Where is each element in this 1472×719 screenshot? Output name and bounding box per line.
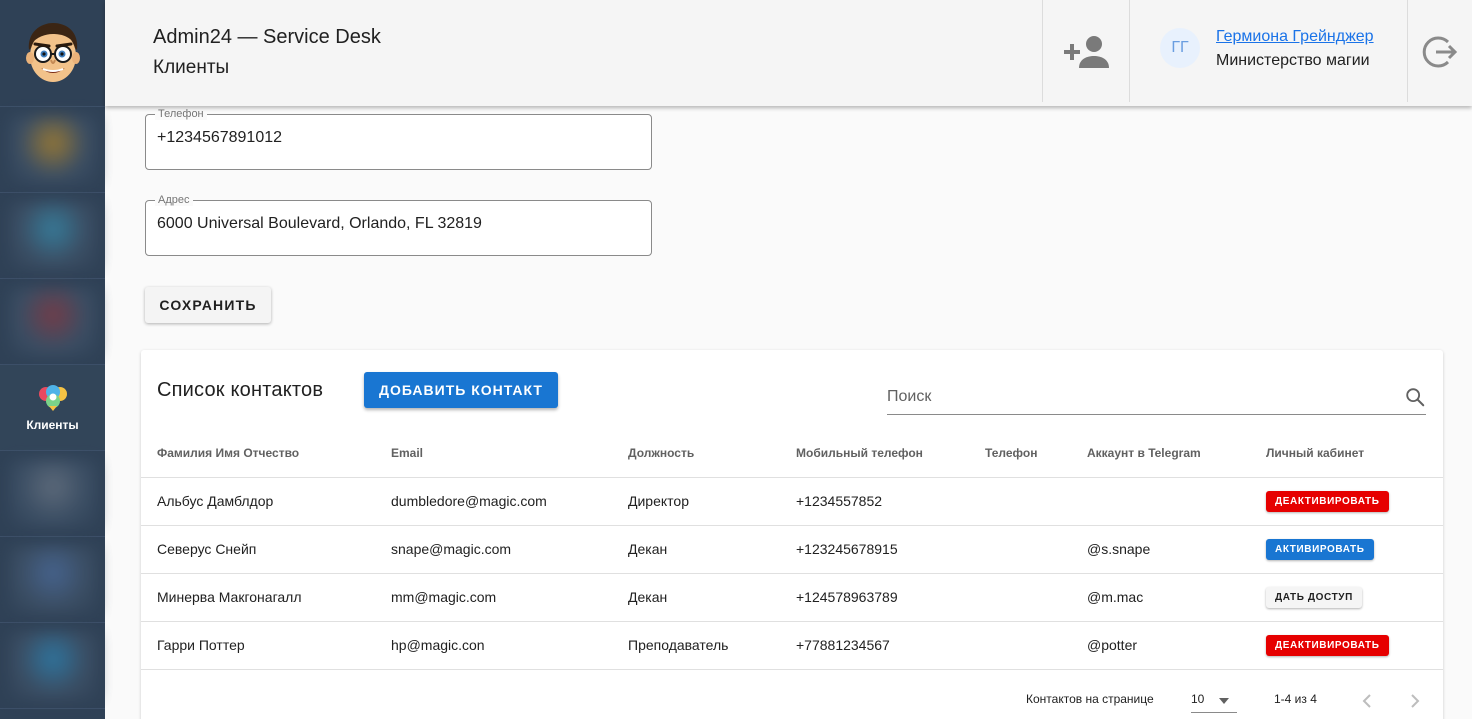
- logout-icon: [1422, 36, 1458, 68]
- contact-name: Северус Снейп: [141, 525, 375, 574]
- contact-cabinet-cell: ДЕАКТИВИРОВАТЬ: [1250, 477, 1443, 526]
- chevron-right-icon: [1411, 694, 1420, 708]
- blurred-icon: [7, 114, 98, 185]
- sidebar-item-clients[interactable]: Клиенты: [0, 365, 105, 451]
- rows-per-page-label: Контактов на странице: [1026, 692, 1154, 706]
- column-header[interactable]: Телефон: [969, 430, 1071, 478]
- column-header[interactable]: Email: [375, 430, 612, 478]
- pagination-range: 1-4 из 4: [1274, 692, 1317, 706]
- contact-phone: [969, 477, 1071, 526]
- table-row[interactable]: Гарри Поттер hp@magic.con Преподаватель …: [141, 621, 1443, 670]
- contact-mobile: +77881234567: [780, 621, 969, 670]
- table-row[interactable]: Минерва Макгонагалл mm@magic.com Декан +…: [141, 573, 1443, 622]
- column-header[interactable]: Личный кабинет: [1250, 430, 1443, 478]
- contact-cabinet-cell: АКТИВИРОВАТЬ: [1250, 525, 1443, 574]
- search-icon[interactable]: [1404, 386, 1426, 408]
- deactivate-button[interactable]: ДЕАКТИВИРОВАТЬ: [1266, 634, 1389, 656]
- chevron-left-icon: [1362, 694, 1371, 708]
- sidebar-item-hidden-4[interactable]: [0, 451, 105, 537]
- phone-field-label: Телефон: [155, 108, 207, 120]
- clients-icon: [38, 384, 67, 411]
- add-contact-button[interactable]: ДОБАВИТЬ КОНТАКТ: [364, 372, 558, 408]
- contact-email: snape@magic.com: [375, 525, 612, 574]
- prev-page-button[interactable]: [1352, 686, 1382, 716]
- column-header[interactable]: Аккаунт в Telegram: [1071, 430, 1250, 478]
- contact-name: Альбус Дамблдор: [141, 477, 375, 526]
- contact-telegram: @s.snape: [1071, 525, 1250, 574]
- avatar[interactable]: ГГ: [1160, 28, 1200, 68]
- contact-name: Гарри Поттер: [141, 621, 375, 670]
- contact-position: Директор: [612, 477, 780, 526]
- grant-access-button[interactable]: ДАТЬ ДОСТУП: [1266, 586, 1362, 608]
- contact-name: Минерва Макгонагалл: [141, 573, 375, 622]
- contact-email: hp@magic.con: [375, 621, 612, 670]
- sidebar-item-hidden-1[interactable]: [0, 107, 105, 193]
- contact-position: Декан: [612, 573, 780, 622]
- blurred-icon: [7, 458, 98, 529]
- app-title: Admin24 — Service Desk: [153, 26, 381, 48]
- sidebar-item-hidden-3[interactable]: [0, 279, 105, 365]
- sidebar-item-label: Клиенты: [26, 417, 79, 432]
- contact-position: Декан: [612, 525, 780, 574]
- search-box[interactable]: [887, 381, 1426, 415]
- contact-telegram: @potter: [1071, 621, 1250, 670]
- blurred-icon: [7, 286, 98, 357]
- blurred-icon: [7, 200, 98, 271]
- header-divider: [1129, 0, 1130, 102]
- top-header: Admin24 — Service Desk Клиенты ГГ Гермио…: [105, 0, 1472, 106]
- deactivate-button[interactable]: ДЕАКТИВИРОВАТЬ: [1266, 490, 1389, 512]
- next-page-button[interactable]: [1400, 686, 1430, 716]
- avatar-face-logo-icon: [25, 23, 80, 82]
- contact-telegram: @m.mac: [1071, 573, 1250, 622]
- sidebar-item-hidden-5[interactable]: [0, 537, 105, 623]
- blurred-icon: [7, 544, 98, 615]
- address-field-label: Адрес: [155, 194, 193, 206]
- contact-email: mm@magic.com: [375, 573, 612, 622]
- contact-phone: [969, 525, 1071, 574]
- contacts-table: Фамилия Имя Отчество Email Должность Моб…: [141, 430, 1443, 670]
- contacts-card: Список контактов ДОБАВИТЬ КОНТАКТ Фамили…: [141, 350, 1443, 719]
- save-button[interactable]: СОХРАНИТЬ: [145, 287, 271, 323]
- column-header[interactable]: Фамилия Имя Отчество: [141, 430, 375, 478]
- contact-phone: [969, 621, 1071, 670]
- table-row[interactable]: Северус Снейп snape@magic.com Декан +123…: [141, 525, 1443, 574]
- contact-email: dumbledore@magic.com: [375, 477, 612, 526]
- sidebar-item-hidden-2[interactable]: [0, 193, 105, 279]
- contact-mobile: +123245678915: [780, 525, 969, 574]
- dropdown-arrow-icon: [1219, 698, 1229, 704]
- search-input[interactable]: [887, 388, 1387, 406]
- blurred-icon: [7, 630, 98, 701]
- contact-cabinet-cell: ДЕАКТИВИРОВАТЬ: [1250, 621, 1443, 670]
- add-user-button[interactable]: [1042, 0, 1130, 104]
- phone-input[interactable]: [157, 129, 637, 147]
- user-info: ГГ Гермиона Грейнджер Министерство магии: [1160, 28, 1374, 70]
- user-name-link[interactable]: Гермиона Грейнджер: [1216, 28, 1374, 46]
- address-input[interactable]: [157, 215, 637, 233]
- address-field[interactable]: Адрес: [145, 194, 652, 256]
- contact-telegram: [1071, 477, 1250, 526]
- column-header[interactable]: Мобильный телефон: [780, 430, 969, 478]
- logout-button[interactable]: [1408, 0, 1472, 104]
- contact-mobile: +124578963789: [780, 573, 969, 622]
- table-row[interactable]: Альбус Дамблдор dumbledore@magic.com Дир…: [141, 477, 1443, 526]
- activate-button[interactable]: АКТИВИРОВАТЬ: [1266, 538, 1374, 560]
- user-organization: Министерство магии: [1216, 52, 1370, 69]
- table-pagination: Контактов на странице 10 1-4 из 4: [141, 678, 1443, 719]
- app-logo[interactable]: [0, 0, 105, 107]
- contact-phone: [969, 573, 1071, 622]
- sidebar-item-hidden-6[interactable]: [0, 623, 105, 709]
- sidebar: Клиенты: [0, 0, 105, 719]
- contacts-title: Список контактов: [157, 379, 324, 401]
- table-header-row: Фамилия Имя Отчество Email Должность Моб…: [141, 430, 1443, 478]
- phone-field[interactable]: Телефон: [145, 108, 652, 170]
- contact-position: Преподаватель: [612, 621, 780, 670]
- rows-per-page-select[interactable]: 10: [1191, 686, 1237, 713]
- person-add-icon: [1064, 36, 1109, 68]
- page-title: Клиенты: [153, 57, 230, 78]
- contact-mobile: +1234557852: [780, 477, 969, 526]
- rows-per-page-value: 10: [1191, 692, 1205, 706]
- column-header[interactable]: Должность: [612, 430, 780, 478]
- contact-cabinet-cell: ДАТЬ ДОСТУП: [1250, 573, 1443, 622]
